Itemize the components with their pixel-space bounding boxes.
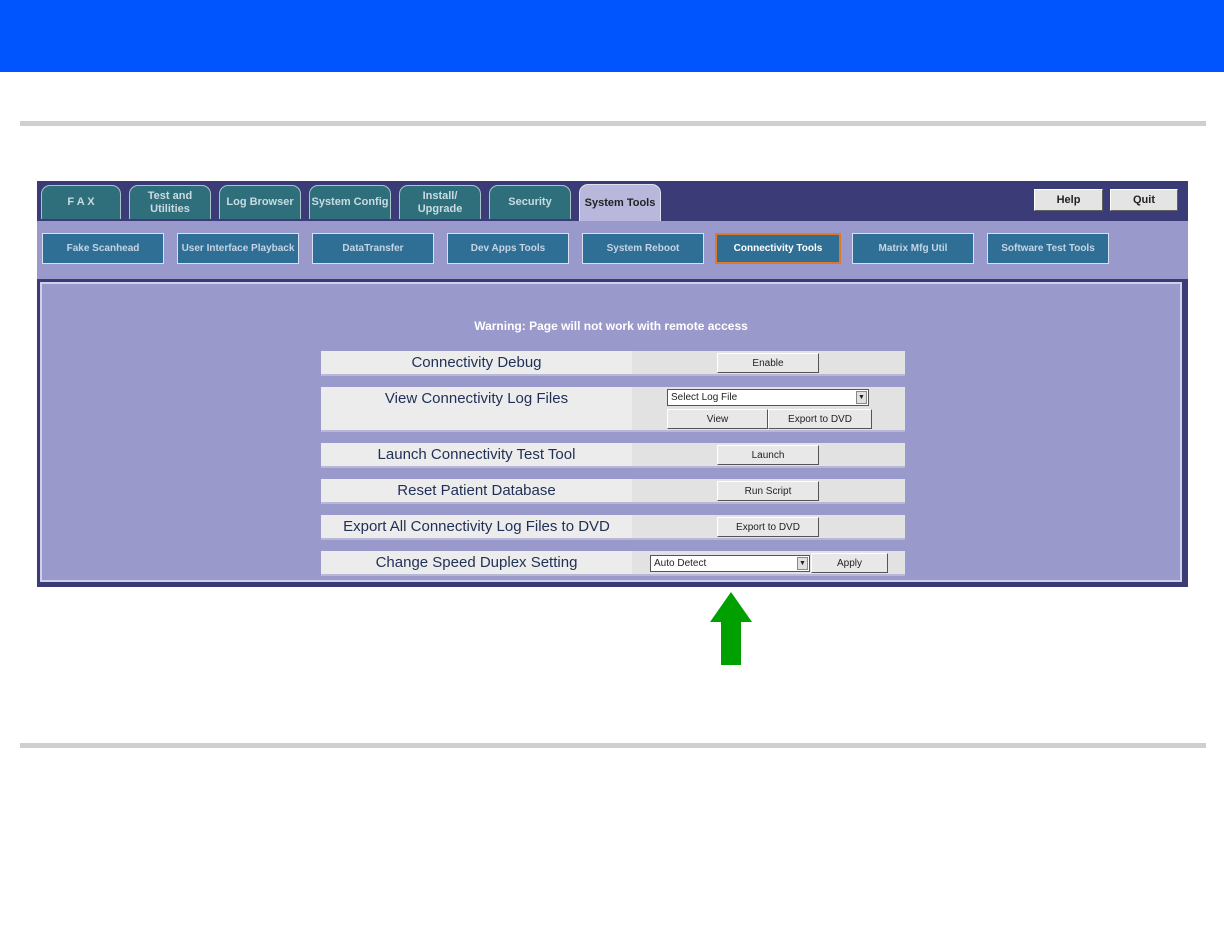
quit-button[interactable]: Quit (1110, 189, 1178, 211)
tab-fax[interactable]: F A X (41, 185, 121, 219)
export-log-to-dvd-button[interactable]: Export to DVD (768, 409, 872, 429)
log-file-select[interactable]: Select Log File ▼ (667, 389, 869, 406)
top-divider (20, 121, 1206, 126)
view-log-button[interactable]: View (667, 409, 768, 429)
subtab-system-reboot[interactable]: System Reboot (582, 233, 704, 264)
view-log-files-label: View Connectivity Log Files (384, 390, 569, 407)
launch-button[interactable]: Launch (717, 445, 819, 465)
export-all-logs-row: Export All Connectivity Log Files to DVD… (321, 515, 905, 540)
launch-test-tool-row: Launch Connectivity Test Tool Launch (321, 443, 905, 468)
subtab-software-test-tools[interactable]: Software Test Tools (987, 233, 1109, 264)
remote-access-warning: Warning: Page will not work with remote … (474, 319, 748, 333)
connectivity-debug-row: Connectivity Debug Enable (321, 351, 905, 376)
reset-patient-database-row: Reset Patient Database Run Script (321, 479, 905, 504)
tab-security[interactable]: Security (489, 185, 571, 219)
reset-patient-database-label: Reset Patient Database (397, 482, 556, 499)
log-file-select-value: Select Log File (671, 392, 738, 403)
launch-test-tool-label: Launch Connectivity Test Tool (377, 446, 576, 463)
green-up-arrow-icon (710, 592, 752, 665)
subtab-dev-apps-tools[interactable]: Dev Apps Tools (447, 233, 569, 264)
enable-debug-button[interactable]: Enable (717, 353, 819, 373)
subtab-user-interface-playback[interactable]: User Interface Playback (177, 233, 299, 264)
help-button[interactable]: Help (1034, 189, 1103, 211)
tab-test-and-utilities[interactable]: Test and Utilities (129, 185, 211, 219)
view-log-files-row: View Connectivity Log Files Select Log F… (321, 387, 905, 432)
tab-install-upgrade[interactable]: Install/ Upgrade (399, 185, 481, 219)
connectivity-tools-panel: Warning: Page will not work with remote … (40, 282, 1182, 582)
header-banner (0, 0, 1224, 72)
chevron-down-icon[interactable]: ▼ (797, 557, 808, 570)
tab-log-browser[interactable]: Log Browser (219, 185, 301, 219)
subtab-matrix-mfg-util[interactable]: Matrix Mfg Util (852, 233, 974, 264)
speed-duplex-select-value: Auto Detect (654, 558, 707, 569)
subtab-fake-scanhead[interactable]: Fake Scanhead (42, 233, 164, 264)
speed-duplex-row: Change Speed Duplex Setting Auto Detect … (321, 551, 905, 576)
speed-duplex-label: Change Speed Duplex Setting (375, 554, 578, 571)
connectivity-debug-label: Connectivity Debug (411, 354, 542, 371)
main-tab-bar: F A X Test and Utilities Log Browser Sys… (37, 181, 1188, 221)
bottom-divider (20, 743, 1206, 748)
subtab-data-transfer[interactable]: DataTransfer (312, 233, 434, 264)
run-script-button[interactable]: Run Script (717, 481, 819, 501)
subtab-connectivity-tools[interactable]: Connectivity Tools (715, 233, 841, 264)
speed-duplex-select[interactable]: Auto Detect ▼ (650, 555, 810, 572)
app-window: F A X Test and Utilities Log Browser Sys… (37, 181, 1188, 587)
export-all-logs-label: Export All Connectivity Log Files to DVD (343, 518, 610, 535)
export-all-to-dvd-button[interactable]: Export to DVD (717, 517, 819, 537)
tab-system-tools[interactable]: System Tools (579, 184, 661, 221)
apply-button[interactable]: Apply (811, 553, 888, 573)
chevron-down-icon[interactable]: ▼ (856, 391, 867, 404)
tab-system-config[interactable]: System Config (309, 185, 391, 219)
sub-tab-bar: Fake Scanhead User Interface Playback Da… (37, 221, 1188, 279)
